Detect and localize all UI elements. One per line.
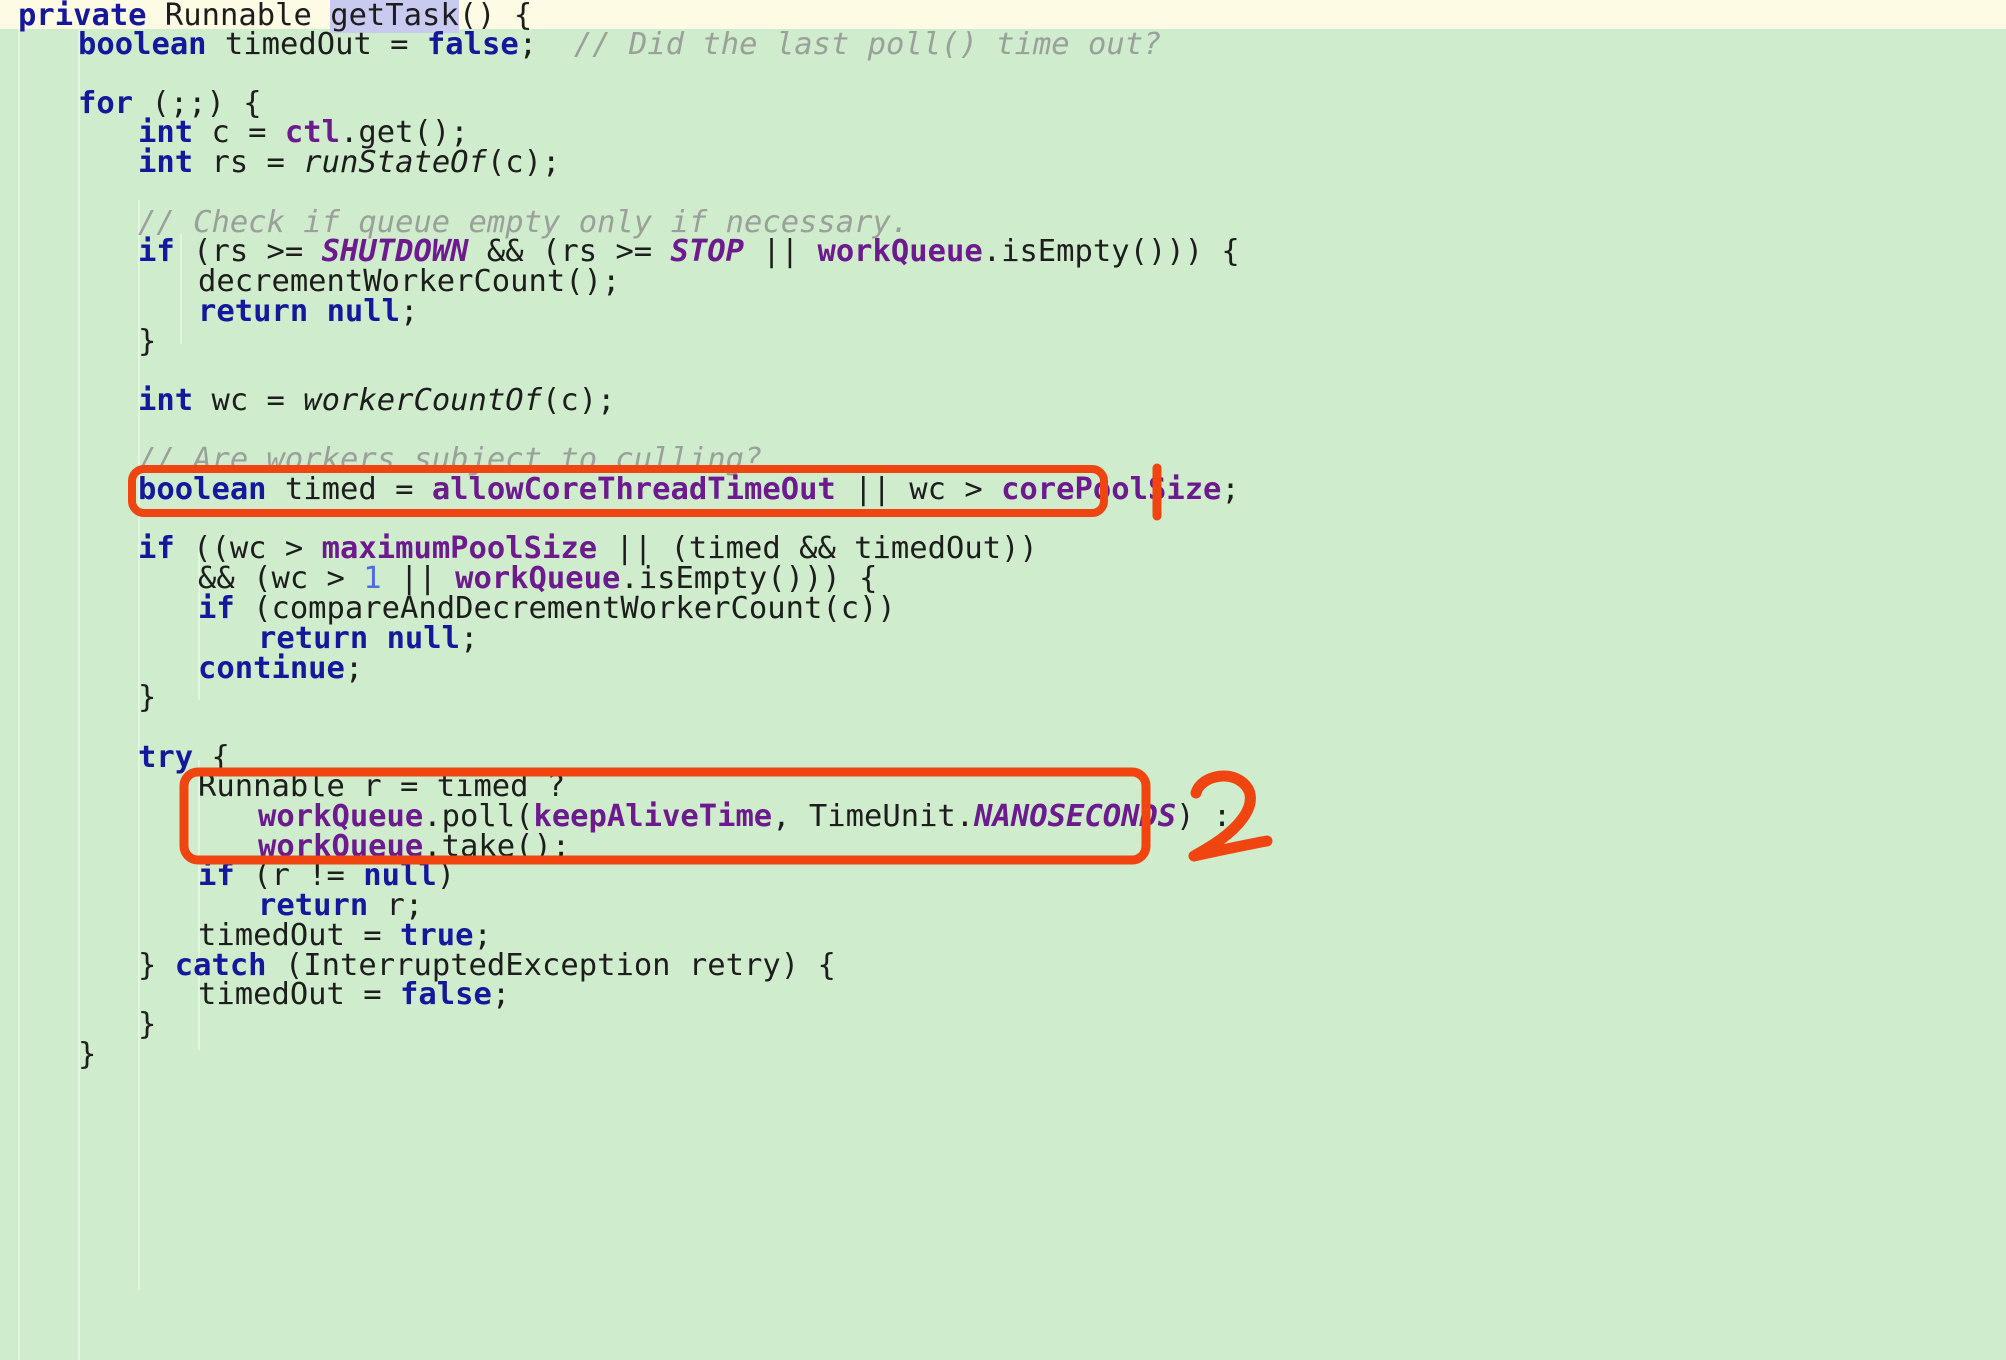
code-token: boolean [78, 27, 207, 62]
code-line[interactable]: boolean timed = allowCoreThreadTimeOut |… [138, 471, 1240, 510]
code-token: || [744, 234, 818, 269]
code-token: if [198, 858, 235, 893]
code-token: ) : [1176, 799, 1232, 834]
code-token: } [138, 324, 157, 359]
code-token: } [138, 680, 157, 715]
code-line[interactable]: timedOut = false; [198, 976, 510, 1015]
code-token: boolean [138, 472, 267, 507]
code-token: continue [198, 651, 345, 686]
code-token: || wc > [835, 472, 1002, 507]
code-token: , TimeUnit. [772, 799, 975, 834]
code-token: allowCoreThreadTimeOut [431, 472, 836, 507]
code-token: int [138, 383, 194, 418]
code-line[interactable]: boolean timedOut = false; // Did the las… [78, 26, 1161, 65]
code-token: // Did the last poll() time out? [573, 27, 1162, 62]
code-token: null [326, 294, 401, 329]
code-token: (c); [542, 383, 616, 418]
code-line[interactable]: } [138, 1006, 156, 1045]
code-line[interactable]: return null; [198, 293, 418, 332]
code-token: .isEmpty())) { [982, 234, 1240, 269]
code-line[interactable]: int wc = workerCountOf(c); [138, 382, 615, 421]
code-token: if [198, 591, 235, 626]
code-token: rs = [193, 145, 304, 180]
code-line[interactable]: } [78, 1036, 96, 1075]
code-line[interactable]: } [138, 323, 156, 362]
code-token: timedOut = [198, 977, 400, 1012]
code-token: ; [1221, 472, 1240, 507]
code-token: ) [436, 858, 456, 893]
code-token: if [138, 531, 175, 566]
code-token: wc = [193, 383, 304, 418]
code-token: ; [344, 651, 364, 686]
code-line[interactable]: continue; [198, 650, 363, 689]
code-token: int [138, 145, 194, 180]
code-token: runStateOf [303, 145, 487, 180]
code-token: ; [460, 621, 479, 656]
code-token: false [400, 977, 492, 1012]
code-token: (c); [486, 145, 561, 180]
code-token: ; [518, 27, 538, 62]
code-token: corePoolSize [1001, 472, 1222, 507]
code-token: ; [491, 977, 511, 1012]
code-token: workerCountOf [303, 383, 542, 418]
code-editor-screenshot: private Runnable getTask() {boolean time… [0, 0, 2006, 1360]
code-token: ; [400, 294, 419, 329]
code-line[interactable]: } [138, 679, 156, 718]
code-token: try [138, 740, 194, 775]
code-token: } [138, 948, 175, 983]
code-token: if [138, 234, 175, 269]
code-token: timedOut = [206, 27, 427, 62]
code-token: null [386, 621, 461, 656]
code-token: for [78, 86, 134, 121]
code-token: timed = [266, 472, 432, 507]
code-line[interactable]: int rs = runStateOf(c); [138, 144, 560, 183]
code-token: STOP [670, 234, 744, 269]
code-content[interactable]: private Runnable getTask() {boolean time… [0, 0, 2006, 1360]
code-token: } [78, 1037, 97, 1072]
code-token: NANOSECONDS [974, 799, 1177, 834]
code-token: return [198, 294, 309, 329]
code-token: } [138, 1007, 157, 1042]
code-token: false [426, 27, 519, 62]
code-token: workQueue [817, 234, 983, 269]
